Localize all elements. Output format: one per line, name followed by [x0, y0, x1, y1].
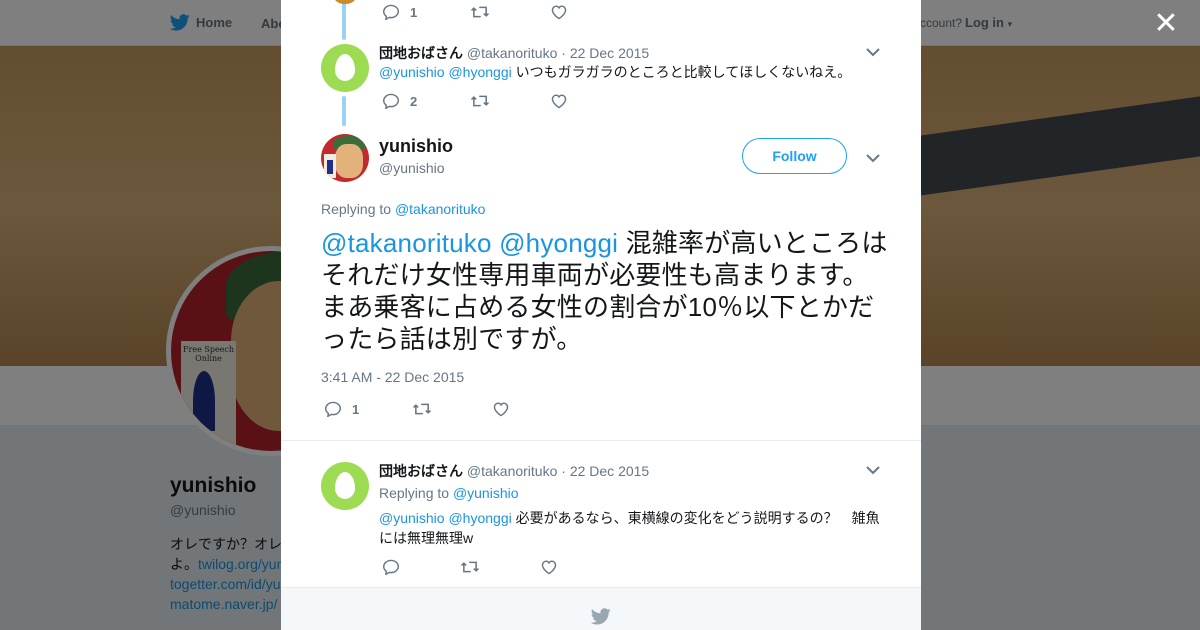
reply-button[interactable]: 2	[382, 93, 430, 109]
main-tweet-avatar[interactable]	[321, 134, 369, 182]
retweet-button[interactable]	[412, 401, 432, 417]
retweet-button[interactable]	[460, 559, 480, 575]
reply-button[interactable]: 1	[382, 4, 430, 20]
replying-to: Replying to @takanorituko	[321, 201, 485, 217]
reply-handle[interactable]: @takanorituko	[467, 463, 557, 479]
replying-label: Replying to	[379, 485, 450, 501]
like-icon	[493, 402, 509, 417]
retweet-icon	[412, 403, 432, 415]
reply-date[interactable]: 22 Dec 2015	[570, 463, 649, 479]
mention-link[interactable]: @hyonggi	[448, 510, 511, 526]
chevron-down-icon[interactable]	[865, 152, 881, 164]
mention-link[interactable]: @hyonggi	[448, 64, 511, 80]
mention-link[interactable]: @hyonggi	[499, 228, 618, 258]
reply-display-name[interactable]: 団地おばさん	[379, 463, 463, 479]
reply-actions	[382, 559, 588, 575]
reply-count: 1	[410, 4, 418, 20]
follow-button[interactable]: Follow	[742, 138, 847, 174]
main-tweet-timestamp[interactable]: 3:41 AM - 22 Dec 2015	[321, 369, 464, 385]
reply-count: 1	[352, 401, 360, 417]
reply-button[interactable]: 1	[324, 401, 372, 417]
like-button[interactable]	[492, 401, 510, 417]
replying-handle-link[interactable]: @takanorituko	[395, 201, 485, 217]
like-icon	[551, 94, 567, 109]
thread-connector	[342, 96, 346, 126]
reply-text: @yunishio @hyonggi 必要があるなら、東横線の変化をどう説明する…	[379, 508, 889, 548]
reply-avatar[interactable]	[321, 44, 369, 92]
mention-link[interactable]: @yunishio	[379, 64, 445, 80]
reply-count: 2	[410, 93, 418, 109]
main-tweet-display-name[interactable]: yunishio	[379, 136, 453, 157]
reply-date[interactable]: 22 Dec 2015	[570, 45, 649, 61]
main-tweet-handle[interactable]: @yunishio	[379, 160, 445, 176]
main-tweet-actions: 1	[324, 401, 540, 417]
previous-avatar-edge	[332, 0, 358, 4]
replying-to: Replying to @yunishio	[379, 485, 519, 501]
reply-icon	[324, 401, 342, 417]
divider	[281, 440, 921, 441]
avatar-face-shape	[335, 144, 363, 178]
reply-actions: 2	[382, 93, 598, 109]
chevron-down-icon[interactable]	[865, 464, 881, 476]
reply-icon	[382, 93, 400, 109]
reply-text: @yunishio @hyonggi いつもガラガラのところと比較してほしくない…	[379, 62, 889, 82]
blue-ribbon-icon	[327, 160, 333, 174]
retweet-icon	[470, 95, 490, 107]
chevron-down-icon[interactable]	[865, 46, 881, 58]
reply-icon	[382, 559, 400, 575]
like-icon	[541, 560, 557, 575]
separator-dot: ·	[561, 45, 566, 61]
reply-header: 団地おばさん @takanorituko · 22 Dec 2015	[379, 43, 649, 63]
retweet-icon	[460, 561, 480, 573]
replying-label: Replying to	[321, 201, 392, 217]
twitter-bird-icon	[591, 608, 611, 625]
tweet-permalink-modal: 1 団地おばさん @takanorituko · 22 Dec 2015 @yu…	[281, 0, 921, 630]
like-icon	[551, 5, 567, 20]
mention-link[interactable]: @takanorituko	[321, 228, 492, 258]
like-button[interactable]	[550, 4, 568, 20]
reply-icon	[382, 4, 400, 20]
retweet-button[interactable]	[470, 4, 490, 20]
main-tweet-text: @takanorituko @hyonggi 混雑率が高いところはそれだけ女性専…	[321, 227, 889, 355]
separator-dot: ·	[561, 463, 566, 479]
retweet-icon	[470, 6, 490, 18]
replying-handle-link[interactable]: @yunishio	[453, 485, 519, 501]
thread-connector	[342, 0, 346, 40]
prev-tweet-actions: 1	[382, 4, 598, 20]
reply-header: 団地おばさん @takanorituko · 22 Dec 2015	[379, 461, 649, 481]
reply-avatar[interactable]	[321, 462, 369, 510]
reply-handle[interactable]: @takanorituko	[467, 45, 557, 61]
reply-button[interactable]	[382, 559, 400, 575]
like-button[interactable]	[550, 93, 568, 109]
retweet-button[interactable]	[470, 93, 490, 109]
mention-link[interactable]: @yunishio	[379, 510, 445, 526]
like-button[interactable]	[540, 559, 558, 575]
modal-footer	[281, 587, 921, 630]
reply-body: いつもガラガラのところと比較してほしくないねえ。	[515, 64, 852, 80]
reply-display-name[interactable]: 団地おばさん	[379, 45, 463, 61]
close-icon[interactable]: ✕	[1152, 9, 1180, 39]
